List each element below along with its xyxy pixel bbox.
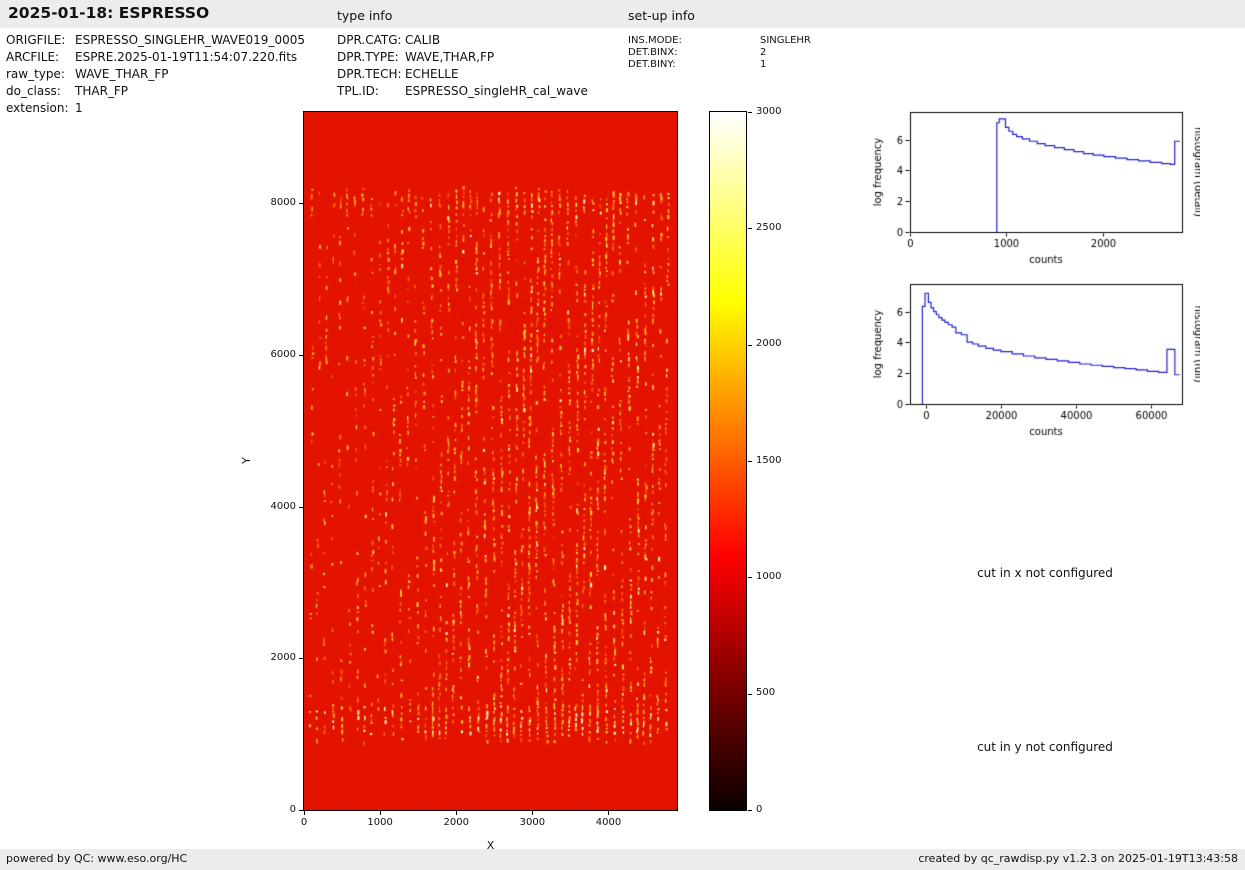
colorbar-tick-label: 2000 <box>756 338 781 349</box>
main-y-tick-label: 0 <box>254 804 296 815</box>
colorbar-tick-label: 3000 <box>756 106 781 117</box>
footer-bar: powered by QC: www.eso.org/HC created by… <box>0 849 1245 870</box>
main-y-tick <box>299 658 303 659</box>
note-cut-y: cut in y not configured <box>909 740 1181 754</box>
main-x-tick <box>380 811 381 815</box>
main-y-axis-label: Y <box>240 457 253 464</box>
footer-right-text: created by qc_rawdisp.py v1.2.3 on 2025-… <box>918 852 1238 865</box>
main-x-tick <box>608 811 609 815</box>
colorbar-tick <box>748 345 752 346</box>
colorbar-tick <box>748 577 752 578</box>
colorbar-tick-label: 2500 <box>756 222 781 233</box>
main-y-tick-label: 2000 <box>254 652 296 663</box>
histogram-full-canvas <box>870 272 1200 462</box>
raw-image-canvas <box>303 111 678 811</box>
colorbar-tick-label: 1000 <box>756 571 781 582</box>
histogram-detail-canvas <box>870 100 1200 290</box>
qc-report-page: 2025-01-18: ESPRESSO type info set-up in… <box>0 0 1245 870</box>
colorbar-tick <box>748 694 752 695</box>
main-x-tick-label: 4000 <box>588 817 628 828</box>
note-cut-x: cut in x not configured <box>909 566 1181 580</box>
colorbar-tick-label: 0 <box>756 804 762 815</box>
main-y-tick <box>299 203 303 204</box>
colorbar <box>709 111 747 811</box>
colorbar-tick-label: 1500 <box>756 455 781 466</box>
main-x-tick-label: 1000 <box>360 817 400 828</box>
main-y-tick-label: 6000 <box>254 349 296 360</box>
main-y-tick <box>299 810 303 811</box>
main-x-tick-label: 3000 <box>512 817 552 828</box>
figure-layer: Y X cut in x not configured cut in y not… <box>0 0 1245 870</box>
colorbar-tick <box>748 112 752 113</box>
main-y-tick-label: 8000 <box>254 197 296 208</box>
colorbar-tick <box>748 810 752 811</box>
main-x-tick <box>304 811 305 815</box>
colorbar-tick-label: 500 <box>756 687 775 698</box>
footer-left-text: powered by QC: www.eso.org/HC <box>6 852 187 865</box>
colorbar-tick <box>748 461 752 462</box>
main-y-tick <box>299 507 303 508</box>
main-x-tick-label: 2000 <box>436 817 476 828</box>
main-x-tick-label: 0 <box>284 817 324 828</box>
main-x-tick <box>456 811 457 815</box>
main-x-tick <box>532 811 533 815</box>
main-y-tick <box>299 355 303 356</box>
main-y-tick-label: 4000 <box>254 501 296 512</box>
colorbar-tick <box>748 228 752 229</box>
